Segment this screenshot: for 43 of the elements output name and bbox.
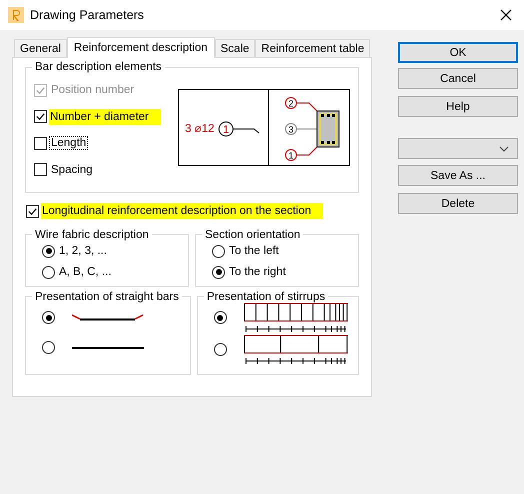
- chevron-down-icon: [499, 146, 509, 152]
- checkbox-label: Longitudinal reinforcement description on the section: [41, 203, 324, 220]
- radio-button[interactable]: [214, 343, 227, 356]
- radio-button[interactable]: [214, 311, 227, 324]
- radio-button[interactable]: [212, 244, 225, 258]
- radio-button[interactable]: [42, 244, 55, 258]
- position-mark-drawing: 1: [217, 120, 262, 138]
- radio-button[interactable]: [42, 311, 55, 324]
- tab[interactable]: Scale: [214, 39, 256, 57]
- dialog-button[interactable]: Help: [398, 96, 518, 117]
- section-drawing: 2 3 1: [269, 90, 349, 166]
- checkbox-label: Length: [50, 137, 88, 150]
- group-title: Presentation of stirrups: [206, 290, 326, 302]
- bar-label: 3 ⌀12: [185, 122, 214, 134]
- radio-button[interactable]: [42, 266, 55, 278]
- dialog-button[interactable]: OK: [398, 42, 518, 63]
- checkbox[interactable]: [34, 136, 47, 150]
- dialog-button[interactable]: Delete: [398, 193, 518, 214]
- tab[interactable]: General: [14, 39, 67, 57]
- radio-button[interactable]: [42, 341, 55, 354]
- group-title: Section orientation: [204, 228, 302, 240]
- window-title: Drawing Parameters: [30, 8, 145, 22]
- checkbox[interactable]: [34, 110, 47, 124]
- tab[interactable]: Reinforcement description: [66, 37, 215, 58]
- radio-label: To the right: [228, 266, 287, 278]
- dialog-button[interactable]: Save As ...: [398, 165, 518, 186]
- radio-label: A, B, C, ...: [58, 266, 112, 278]
- checkbox[interactable]: [34, 163, 47, 176]
- checkbox-label: Position number: [50, 84, 136, 96]
- hooked-bar-drawing: [72, 314, 144, 322]
- group-title: Presentation of straight bars: [34, 290, 180, 302]
- tab[interactable]: Reinforcement table: [255, 39, 370, 57]
- group-title: Bar description elements: [34, 61, 163, 73]
- radio-button[interactable]: [212, 266, 225, 278]
- checkbox[interactable]: [26, 204, 39, 218]
- app-logo-icon: [8, 7, 24, 23]
- checkbox-label: Spacing: [50, 164, 94, 176]
- radio-label: To the left: [228, 245, 280, 257]
- checkbox-label: Number + diameter: [49, 108, 161, 125]
- dialog-button[interactable]: Cancel: [398, 68, 518, 89]
- radio-label: 1, 2, 3, ...: [58, 245, 108, 257]
- close-icon[interactable]: [500, 9, 512, 21]
- group-title: Wire fabric description: [34, 228, 150, 240]
